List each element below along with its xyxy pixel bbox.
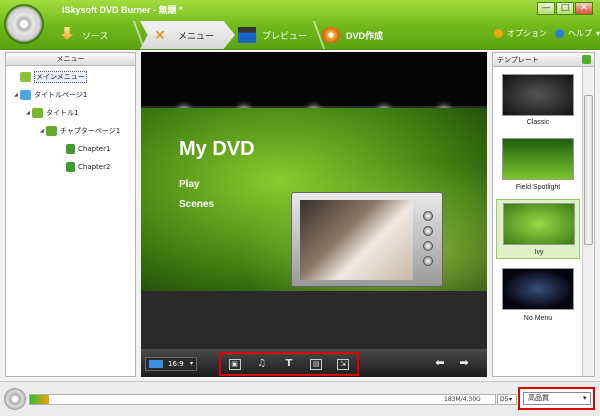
help-link[interactable]: ヘルプ	[568, 28, 592, 39]
template-ivy[interactable]: Ivy	[496, 199, 580, 259]
download-icon	[60, 27, 74, 40]
template-thumbnail	[502, 138, 574, 180]
disc-type-select[interactable]: D5 ▾	[497, 394, 517, 405]
tree-list: メインメニュー ◢ タイトルページ1 ◢ タイトル1 ◢ チャプターページ1 C…	[14, 71, 120, 173]
home-icon	[20, 72, 31, 82]
tab-menu[interactable]: ✕ メニュー	[140, 21, 235, 49]
capacity-text: 183M/4.30G	[444, 396, 481, 403]
template-thumbnail	[503, 203, 575, 245]
preview-toolbar: 16:9 ▾ ▣ ♫ T ▤ ⇲ ⬅ ➡	[141, 349, 487, 377]
options-link[interactable]: オプション	[507, 28, 547, 39]
tab-preview-label: プレビュー	[262, 30, 308, 41]
chevron-down-icon[interactable]: ▾	[596, 29, 600, 38]
dvd-burn-icon	[322, 27, 340, 43]
gear-icon	[494, 29, 503, 38]
filmstrip-icon	[46, 126, 57, 136]
quality-select[interactable]: 高品質 ▾	[523, 392, 591, 405]
monitor-icon	[20, 90, 31, 100]
frame-knob	[423, 241, 433, 251]
arrow-right-icon[interactable]: ➡	[457, 356, 471, 370]
template-panel-title: テンプレート	[493, 53, 594, 67]
tab-burn-label: DVD作成	[346, 30, 384, 41]
template-thumbnail	[502, 74, 574, 116]
aspect-ratio-value: 16:9	[168, 360, 184, 368]
template-panel: テンプレート Classic Field Spotlight Ivy No Me…	[492, 52, 595, 377]
chevron-down-icon: ▾	[509, 396, 513, 403]
template-field-spotlight[interactable]: Field Spotlight	[496, 135, 580, 195]
capacity-fill	[30, 395, 49, 404]
menu-preview-area: My DVD Play Scenes 16:9 ▾ ▣ ♫ T ▤ ⇲ ⬅ ➡	[141, 52, 487, 377]
arrow-left-icon[interactable]: ⬅	[433, 356, 447, 370]
tab-menu-label: メニュー	[178, 30, 215, 41]
download-icon[interactable]	[582, 55, 591, 64]
header-links: オプション ヘルプ ▾	[494, 28, 600, 39]
frame-knob	[423, 226, 433, 236]
clapper-icon	[238, 27, 256, 43]
tab-source-label: ソース	[82, 30, 109, 41]
monitor-icon	[149, 360, 163, 368]
tree-item-chapter-page[interactable]: ◢ チャプターページ1	[14, 125, 120, 137]
maximize-button[interactable]: □	[556, 2, 574, 15]
template-label: Field Spotlight	[515, 184, 561, 191]
tree-item-chapter1[interactable]: Chapter1	[14, 143, 120, 155]
wedding-photo	[300, 200, 413, 280]
window-title: iSkysoft DVD Burner - 無題 *	[62, 5, 183, 15]
chapter-icon[interactable]: ▤	[310, 358, 323, 370]
minimize-button[interactable]: —	[537, 2, 555, 15]
template-classic[interactable]: Classic	[496, 71, 580, 129]
template-scrollbar[interactable]	[582, 67, 593, 376]
add-text-icon[interactable]: T	[283, 358, 295, 370]
video-thumbnail-frame[interactable]	[291, 192, 443, 287]
app-logo	[6, 6, 42, 42]
wand-tools-icon: ✕	[154, 27, 166, 43]
play-menu-item[interactable]: Play	[179, 179, 200, 190]
export-icon[interactable]: ⇲	[337, 358, 350, 370]
frame-knob	[423, 211, 433, 221]
folder-icon	[32, 108, 43, 118]
disc-icon	[4, 388, 26, 410]
tree-item-title-page[interactable]: ◢ タイトルページ1	[14, 89, 120, 101]
disc-capacity-bar: 183M/4.30G	[29, 394, 496, 405]
background-image-icon[interactable]: ▣	[228, 358, 241, 370]
aspect-ratio-select[interactable]: 16:9 ▾	[145, 357, 197, 371]
dvd-title-text[interactable]: My DVD	[179, 138, 255, 161]
help-icon	[555, 29, 564, 38]
tab-burn-dvd[interactable]: DVD作成	[322, 21, 412, 49]
tree-item-chapter2[interactable]: Chapter2	[14, 161, 120, 173]
tree-item-main-menu[interactable]: メインメニュー	[14, 71, 120, 83]
disc-type-value: D5	[500, 396, 509, 403]
chevron-down-icon: ▾	[583, 394, 587, 402]
status-bar: 183M/4.30G D5 ▾ 高品質 ▾	[0, 381, 600, 416]
film-icon	[66, 162, 75, 172]
menu-tree-panel: メニュー メインメニュー ◢ タイトルページ1 ◢ タイトル1 ◢ チャプターペ…	[5, 52, 136, 377]
scrollbar-thumb[interactable]	[584, 95, 593, 245]
tree-item-title[interactable]: ◢ タイトル1	[14, 107, 120, 119]
template-label: Classic	[526, 119, 550, 126]
menu-panel-title: メニュー	[6, 53, 135, 66]
quality-value: 高品質	[528, 394, 549, 402]
template-thumbnail	[502, 268, 574, 310]
template-label: Ivy	[534, 249, 544, 256]
film-icon	[66, 144, 75, 154]
template-label: No Menu	[523, 315, 553, 322]
quality-group: 高品質 ▾	[518, 387, 595, 410]
template-no-menu[interactable]: No Menu	[496, 265, 580, 325]
scenes-menu-item[interactable]: Scenes	[179, 199, 214, 210]
music-note-icon[interactable]: ♫	[256, 358, 268, 370]
menu-tools-group: ▣ ♫ T ▤ ⇲	[219, 352, 359, 376]
close-button[interactable]: ✕	[575, 2, 593, 15]
frame-knob	[423, 256, 433, 266]
chevron-down-icon: ▾	[190, 360, 194, 367]
